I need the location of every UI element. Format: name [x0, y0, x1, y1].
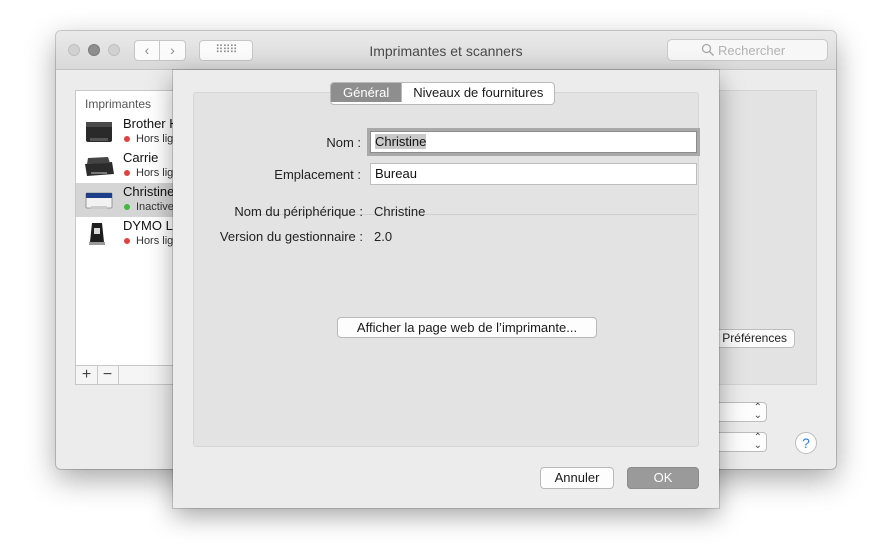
status-dot [124, 170, 130, 176]
laser-printer-icon [86, 122, 112, 142]
driver-version-value: 2.0 [374, 229, 393, 244]
printer-name: Christine [123, 184, 175, 199]
printer-item-christine[interactable]: Christine Inactive [76, 183, 175, 217]
tab-bar: Général Niveaux de fournitures [330, 82, 556, 105]
status-dot [124, 238, 130, 244]
name-value: Christine [375, 134, 427, 149]
name-label: Nom : [326, 135, 361, 150]
printer-status: Hors ligne [136, 235, 174, 247]
inkjet-printer-icon [85, 157, 114, 176]
printer-status: Inactive [136, 201, 174, 213]
printer-name: Carrie [123, 150, 159, 165]
title-bar: ‹ › ⠿⠿⠿ Imprimantes et scanners [56, 31, 836, 70]
printer-item-carrie[interactable]: Carrie Hors ligne [76, 149, 174, 183]
name-field[interactable]: Christine [370, 131, 697, 153]
device-name-label: Nom du périphérique : [234, 204, 363, 219]
ok-button[interactable]: OK [627, 467, 699, 489]
driver-version-label: Version du gestionnaire : [219, 229, 363, 244]
printer-name: Brother HL [123, 116, 174, 131]
location-label: Emplacement : [274, 167, 361, 182]
printer-name: DYMO LabelWriter [123, 218, 174, 233]
search-icon [701, 43, 714, 56]
printer-list-header: Imprimantes [85, 97, 152, 111]
remove-printer-button[interactable]: − [97, 366, 119, 384]
status-dot [124, 204, 130, 210]
add-remove-bar: + − [75, 365, 175, 385]
show-printer-webpage-button[interactable]: Afficher la page web de l’imprimante... [337, 317, 597, 338]
printer-item-dymo[interactable]: DYMO LabelWriter Hors ligne [76, 217, 174, 251]
device-name-value: Christine [374, 204, 426, 219]
cancel-button[interactable]: Annuler [540, 467, 614, 489]
tab-content-panel: Nom : Christine Emplacement : Bureau Nom… [193, 92, 699, 447]
tab-supply-levels[interactable]: Niveaux de fournitures [401, 83, 554, 102]
printer-list: Imprimantes Brother HL Hors ligne Carrie… [75, 90, 175, 385]
printer-options-sheet: Nom : Christine Emplacement : Bureau Nom… [173, 70, 719, 508]
tab-general[interactable]: Général [331, 83, 402, 102]
printer-status: Hors ligne [136, 133, 174, 145]
status-dot [124, 136, 130, 142]
help-button[interactable]: ? [795, 432, 817, 454]
printer-status: Hors ligne [136, 167, 174, 179]
label-printer-icon [89, 223, 105, 245]
location-field[interactable]: Bureau [370, 163, 697, 185]
add-printer-button[interactable]: + [76, 366, 98, 384]
location-value: Bureau [375, 166, 417, 181]
search-field[interactable] [667, 39, 828, 61]
office-printer-icon [85, 192, 113, 209]
updown-chevron-icon: ⌃ ⌄ [753, 402, 762, 421]
updown-chevron-icon: ⌃ ⌄ [753, 432, 762, 451]
search-input[interactable] [718, 41, 823, 59]
printer-item-brother[interactable]: Brother HL Hors ligne [76, 115, 174, 149]
